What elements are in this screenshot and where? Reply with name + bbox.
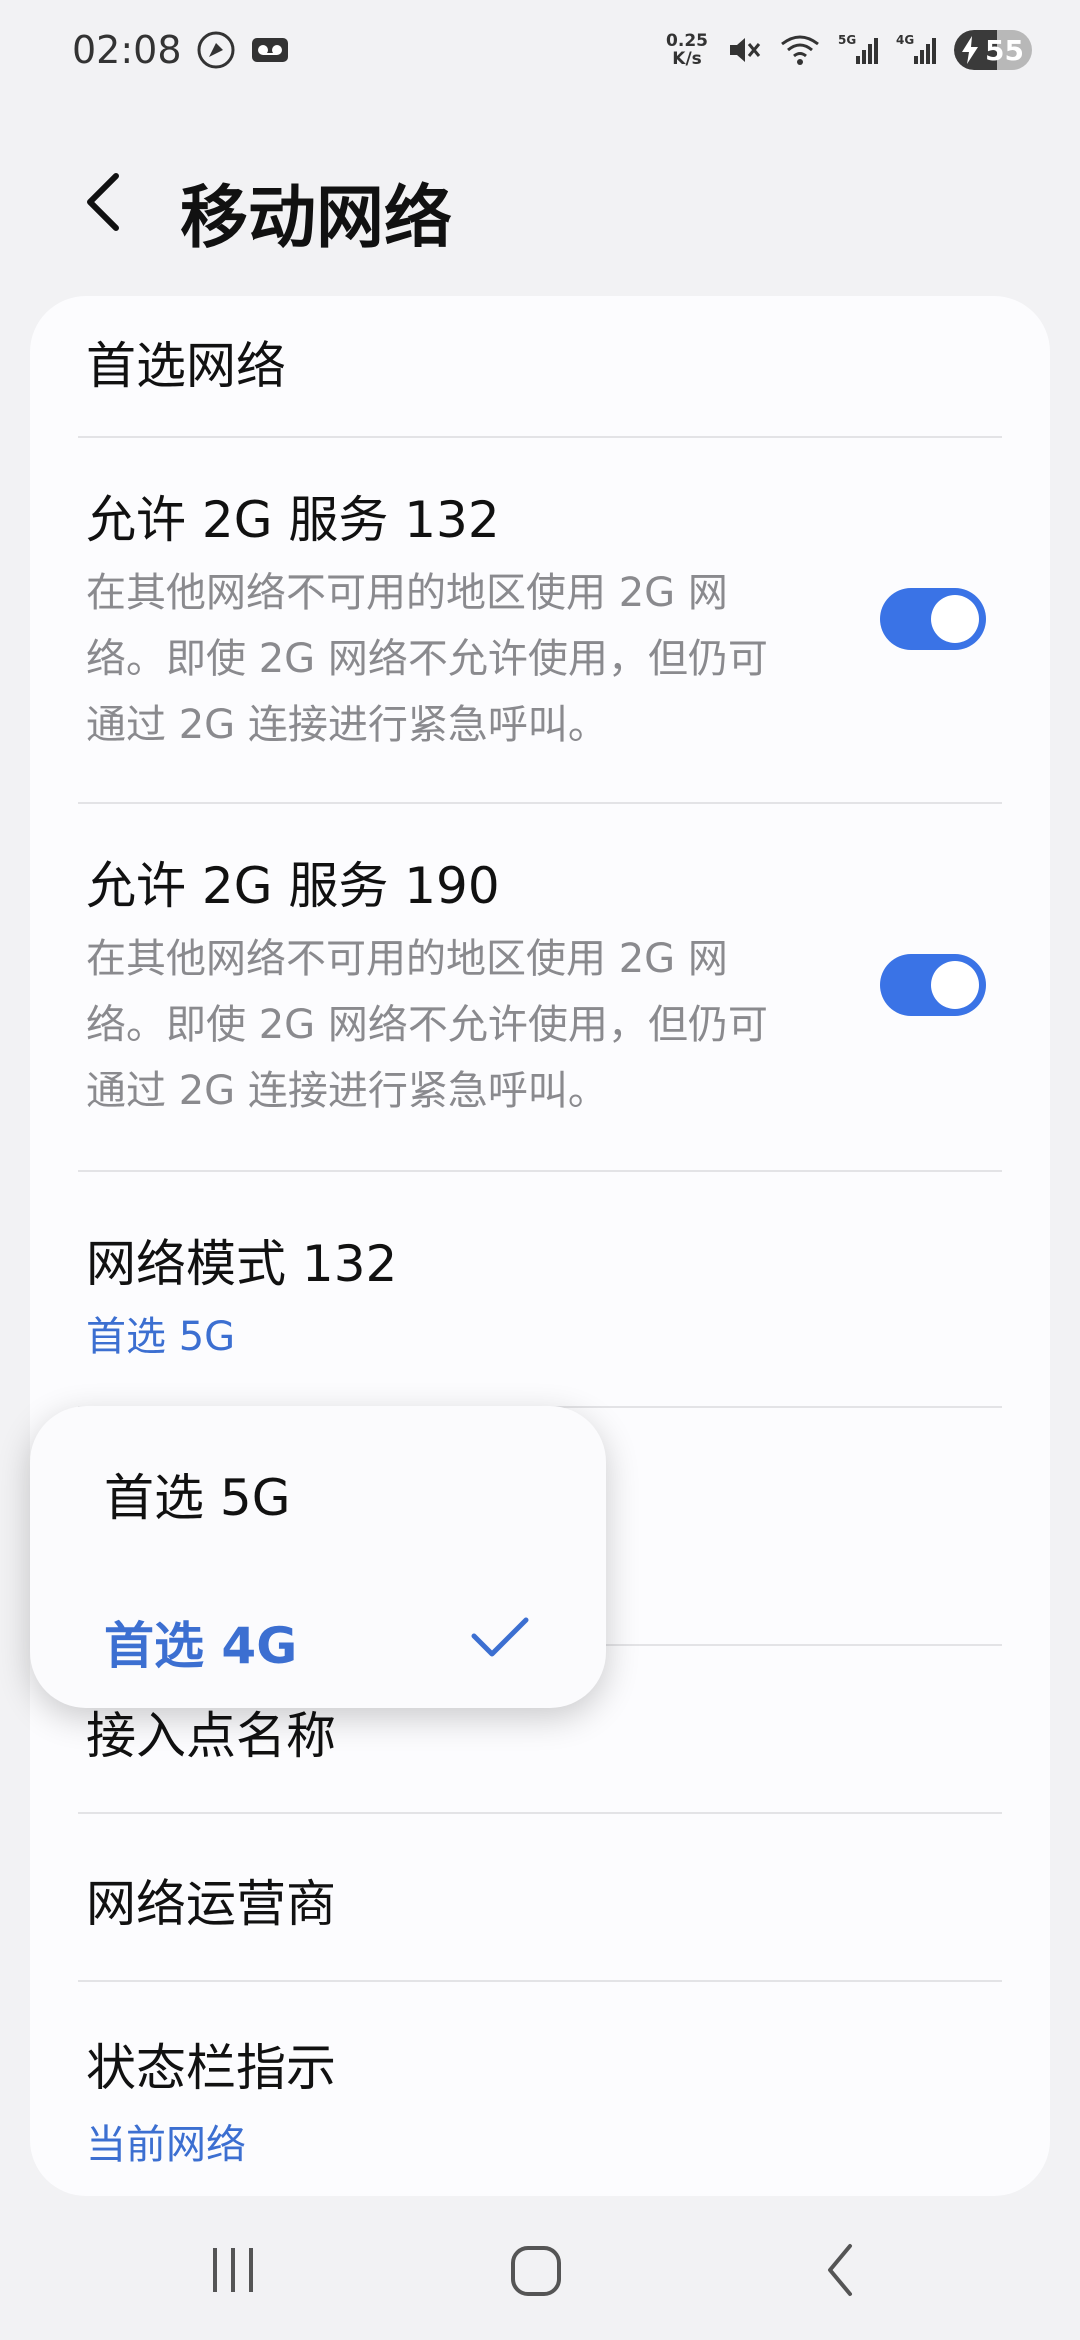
status-left-icons xyxy=(196,30,290,70)
back-arrow-icon[interactable] xyxy=(78,172,128,236)
network-mode-132-title: 网络模式 132 xyxy=(86,1235,398,1293)
home-icon[interactable] xyxy=(508,2240,564,2304)
preferred-network-item[interactable]: 首选网络 xyxy=(30,296,1050,438)
rocket-icon xyxy=(196,30,236,70)
allow-2g-190-description: 在其他网络不可用的地区使用 2G 网 络。即使 2G 网络不允许使用，但仍可 通… xyxy=(86,936,768,1114)
network-mode-132-item[interactable]: 网络模式 132 首选 5G xyxy=(30,1172,1050,1408)
navigation-bar xyxy=(0,2196,1080,2340)
allow-2g-132-item[interactable]: 允许 2G 服务 132 在其他网络不可用的地区使用 2G 网 络。即使 2G … xyxy=(30,438,1050,804)
allow-2g-190-toggle[interactable] xyxy=(880,954,986,1016)
signal-5g-icon: 5G xyxy=(838,32,878,68)
allow-2g-190-item[interactable]: 允许 2G 服务 190 在其他网络不可用的地区使用 2G 网 络。即使 2G … xyxy=(30,804,1050,1170)
allow-2g-132-description: 在其他网络不可用的地区使用 2G 网 络。即使 2G 网络不允许使用，但仍可 通… xyxy=(86,570,768,748)
signal-4g-icon: 4G xyxy=(896,32,936,68)
status-bar-indicator-value: 当前网络 xyxy=(86,2122,246,2168)
checkmark-icon xyxy=(468,1612,532,1666)
network-operator-title: 网络运营商 xyxy=(86,1875,336,1933)
battery-level: 55 xyxy=(985,33,1024,67)
status-right-icons: 0.25 K/s 5G 4G 55 xyxy=(666,30,1032,70)
status-time: 02:08 xyxy=(72,28,182,72)
svg-text:5G: 5G xyxy=(838,33,856,47)
allow-2g-132-title: 允许 2G 服务 132 xyxy=(86,491,500,549)
preferred-network-title: 首选网络 xyxy=(86,337,286,395)
network-operator-item[interactable]: 网络运营商 xyxy=(30,1814,1050,1980)
status-bar-indicator-item[interactable]: 状态栏指示 当前网络 xyxy=(30,1982,1050,2196)
battery-charging-icon: 55 xyxy=(954,30,1032,70)
network-speed: 0.25 K/s xyxy=(666,31,708,69)
allow-2g-132-toggle[interactable] xyxy=(880,588,986,650)
settings-card: 首选网络 允许 2G 服务 132 在其他网络不可用的地区使用 2G 网 络。即… xyxy=(30,296,1050,2196)
status-bar: 02:08 0.25 K/s 5G 4G 55 xyxy=(0,0,1080,100)
option-prefer-5g[interactable]: 首选 5G xyxy=(104,1458,290,1530)
svg-text:4G: 4G xyxy=(896,33,914,47)
status-bar-indicator-title: 状态栏指示 xyxy=(86,2039,336,2097)
allow-2g-190-title: 允许 2G 服务 190 xyxy=(86,857,500,915)
option-prefer-4g[interactable]: 首选 4G xyxy=(104,1606,297,1678)
mute-icon xyxy=(726,32,762,68)
page-title: 移动网络 xyxy=(180,179,453,258)
wifi-icon xyxy=(780,32,820,68)
network-mode-popup: 首选 5G 首选 4G xyxy=(30,1406,606,1708)
back-icon[interactable] xyxy=(820,2240,860,2304)
network-mode-132-value: 首选 5G xyxy=(86,1314,236,1360)
recent-apps-icon[interactable] xyxy=(208,2240,258,2304)
voicemail-icon xyxy=(250,30,290,70)
